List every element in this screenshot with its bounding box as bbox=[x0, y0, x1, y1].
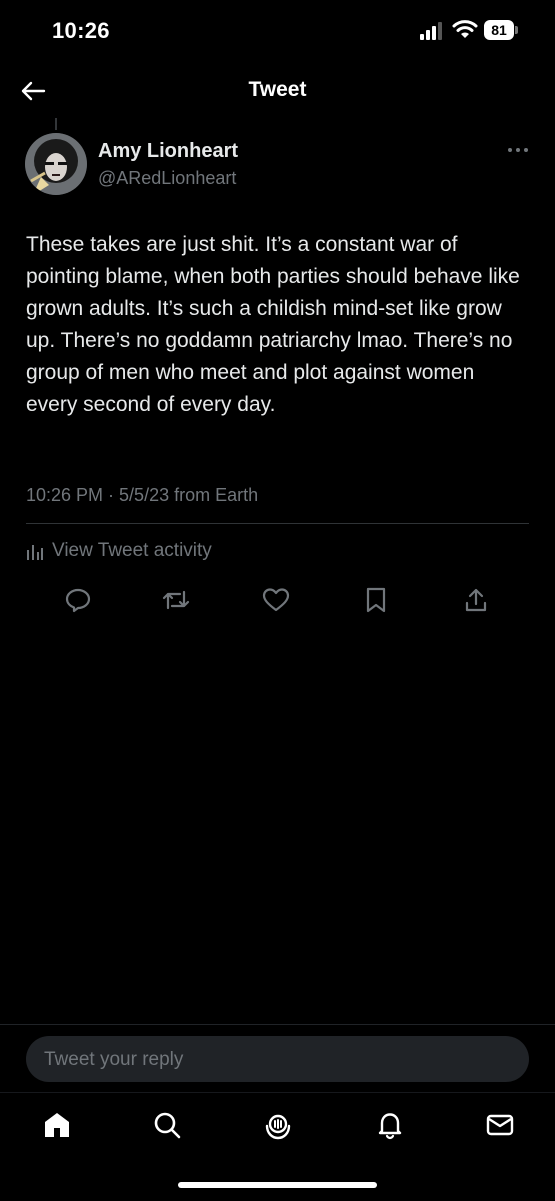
search-icon bbox=[154, 1112, 181, 1139]
thread-connector-line bbox=[55, 118, 57, 130]
messages-icon bbox=[486, 1114, 514, 1136]
page-title: Tweet bbox=[248, 78, 307, 101]
tab-search[interactable] bbox=[150, 1108, 184, 1142]
share-icon bbox=[465, 588, 487, 612]
tweet-text: These takes are just shit. It’s a consta… bbox=[26, 233, 520, 416]
tab-notifications[interactable] bbox=[373, 1108, 407, 1142]
cellular-signal-icon bbox=[420, 22, 442, 40]
author-name[interactable]: Amy Lionheart bbox=[98, 140, 238, 163]
battery-level: 81 bbox=[484, 20, 514, 40]
like-button[interactable] bbox=[261, 585, 291, 615]
tweet-timestamp: 10:26 PM · 5/5/23 from Earth bbox=[26, 485, 259, 505]
status-time: 10:26 bbox=[52, 18, 110, 43]
reply-input[interactable] bbox=[42, 1036, 516, 1084]
retweet-icon bbox=[162, 590, 190, 610]
notifications-icon bbox=[378, 1113, 402, 1140]
bookmark-button[interactable] bbox=[361, 585, 391, 615]
tab-messages[interactable] bbox=[483, 1108, 517, 1142]
avatar[interactable] bbox=[25, 133, 87, 195]
bookmark-icon bbox=[366, 587, 386, 613]
tab-home[interactable] bbox=[40, 1108, 74, 1142]
divider bbox=[26, 523, 529, 524]
spaces-icon bbox=[265, 1114, 291, 1140]
view-tweet-activity-link[interactable]: View Tweet activity bbox=[26, 538, 212, 564]
reply-composer[interactable] bbox=[26, 1036, 529, 1084]
avatar-image bbox=[25, 133, 87, 195]
like-icon bbox=[262, 588, 290, 612]
home-indicator[interactable] bbox=[178, 1182, 377, 1188]
analytics-icon bbox=[27, 545, 43, 560]
divider bbox=[0, 1024, 555, 1025]
reply-button[interactable] bbox=[63, 585, 93, 615]
retweet-button[interactable] bbox=[161, 585, 191, 615]
share-button[interactable] bbox=[461, 585, 491, 615]
wifi-icon bbox=[452, 20, 478, 38]
tab-spaces[interactable] bbox=[261, 1108, 295, 1142]
reply-icon bbox=[65, 588, 91, 613]
activity-label: View Tweet activity bbox=[52, 540, 212, 561]
status-bar: 10:26 81 bbox=[0, 0, 555, 62]
more-options-icon[interactable] bbox=[506, 140, 530, 160]
battery-icon: 81 bbox=[484, 20, 520, 40]
author-handle[interactable]: @ARedLionheart bbox=[98, 168, 236, 189]
home-icon bbox=[45, 1113, 69, 1137]
top-nav-bar: Tweet bbox=[0, 62, 555, 120]
